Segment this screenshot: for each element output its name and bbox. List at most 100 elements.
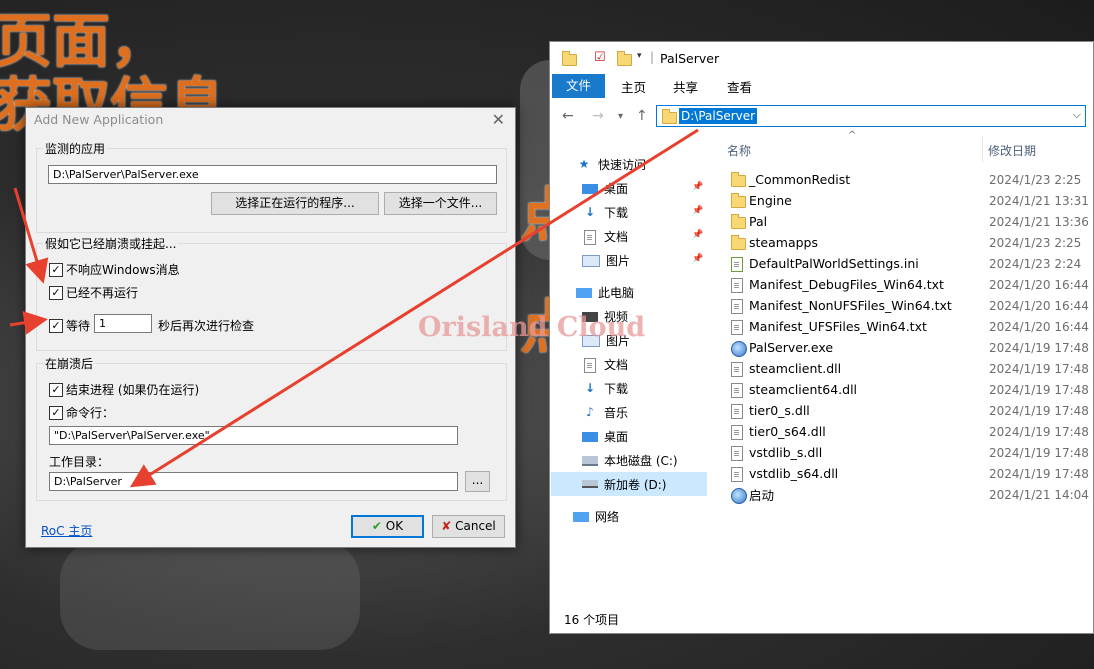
nav-pictures[interactable]: 图片: [582, 252, 630, 269]
up-icon[interactable]: ↑: [636, 108, 648, 124]
command-line-checkbox[interactable]: ✓ 命令行：: [49, 404, 114, 421]
file-name: steamclient.dll: [749, 361, 842, 376]
nav-documents-pc[interactable]: 文档: [582, 356, 628, 373]
file-row[interactable]: Manifest_DebugFiles_Win64.txt 2024/1/20 1…: [725, 274, 1094, 295]
desktop-icon: [582, 431, 598, 442]
workdir-field[interactable]: D:\PalServer: [49, 472, 458, 491]
kill-process-checkbox[interactable]: ✓ 结束进程 (如果仍在运行): [49, 381, 199, 398]
select-running-button[interactable]: 选择正在运行的程序...: [211, 192, 379, 215]
address-text: D:\PalServer: [679, 108, 758, 124]
nav-drive-d[interactable]: 新加卷 (D:): [551, 472, 707, 496]
file-row[interactable]: Manifest_NonUFSFiles_Win64.txt 2024/1/20 …: [725, 295, 1094, 316]
close-icon[interactable]: ✕: [492, 110, 505, 129]
ok-label: OK: [385, 519, 404, 533]
nav-music[interactable]: ♪ 音乐: [582, 404, 628, 421]
folder-icon: [731, 214, 746, 232]
column-date-header[interactable]: 修改日期: [988, 142, 1036, 159]
address-bar[interactable]: D:\PalServer ⌵: [656, 105, 1086, 127]
file-name: tier0_s64.dll: [749, 424, 826, 439]
nav-label: 网络: [595, 510, 620, 524]
file-row[interactable]: PalServer.exe 2024/1/19 17:48: [725, 337, 1094, 358]
file-row[interactable]: steamclient64.dll 2024/1/19 17:48: [725, 379, 1094, 400]
status-bar-count: 16 个项目: [564, 613, 620, 627]
settings-file-icon: [731, 257, 743, 275]
title-separator: |: [650, 50, 655, 64]
nav-label: 此电脑: [598, 286, 635, 300]
app-path-field[interactable]: D:\PalServer\PalServer.exe: [48, 165, 497, 184]
forward-icon[interactable]: →: [592, 108, 604, 124]
wait-checkbox[interactable]: ✓ 等待: [49, 317, 90, 334]
nav-label: 桌面: [604, 430, 629, 444]
nav-desktop[interactable]: 桌面: [582, 180, 628, 197]
column-separator[interactable]: [982, 136, 983, 162]
file-name: vstdlib_s.dll: [749, 445, 823, 460]
nav-label: 文档: [604, 358, 629, 372]
tab-share[interactable]: 共享: [673, 77, 698, 96]
app-icon: [731, 488, 747, 507]
checkbox-check-icon: ✓: [49, 405, 63, 420]
file-date: 2024/1/20 16:44: [989, 277, 1089, 292]
file-row[interactable]: tier0_s.dll 2024/1/19 17:48: [725, 400, 1094, 421]
nav-documents[interactable]: 文档: [582, 228, 628, 245]
folder-icon: [662, 109, 677, 124]
file-name: tier0_s.dll: [749, 403, 810, 418]
file-row[interactable]: vstdlib_s.dll 2024/1/19 17:48: [725, 442, 1094, 463]
file-icon: [731, 446, 743, 464]
workdir-label: 工作目录：: [49, 455, 110, 469]
nav-desktop-pc[interactable]: 桌面: [582, 428, 628, 445]
nav-downloads[interactable]: ↓ 下载: [582, 204, 628, 221]
nav-label: 下载: [604, 382, 629, 396]
file-list: ^ 名称 修改日期 _CommonRedist 2024/1/23 2:25 Eng…: [725, 130, 1094, 606]
cancel-button[interactable]: ✘ Cancel: [432, 515, 505, 538]
check-icon: ✔: [371, 519, 382, 533]
column-name-header[interactable]: 名称: [727, 142, 751, 159]
recent-chevron-icon[interactable]: ▾: [618, 111, 623, 122]
nav-downloads-pc[interactable]: ↓ 下载: [582, 380, 628, 397]
roc-home-link[interactable]: RoC 主页: [41, 522, 92, 539]
tab-view[interactable]: 查看: [727, 77, 752, 96]
pin-icon: 📌: [692, 182, 704, 192]
file-row[interactable]: tier0_s64.dll 2024/1/19 17:48: [725, 421, 1094, 442]
file-date: 2024/1/19 17:48: [989, 340, 1089, 355]
monitor-group-label: 监测的应用: [43, 140, 108, 157]
properties-icon[interactable]: ☑: [594, 50, 606, 65]
pin-icon: 📌: [692, 254, 704, 264]
ok-button[interactable]: ✔ OK: [351, 515, 424, 538]
file-icon: [731, 320, 743, 338]
file-row[interactable]: steamapps 2024/1/23 2:25: [725, 232, 1094, 253]
back-icon[interactable]: ←: [562, 108, 574, 124]
file-icon: [731, 404, 743, 422]
nav-network[interactable]: 网络: [573, 508, 619, 525]
file-row[interactable]: Manifest_UFSFiles_Win64.txt 2024/1/20 16:…: [725, 316, 1094, 337]
file-name: Manifest_NonUFSFiles_Win64.txt: [749, 298, 952, 313]
music-icon: ♪: [586, 405, 594, 419]
file-row[interactable]: Engine 2024/1/21 13:31: [725, 190, 1094, 211]
file-name: PalServer.exe: [749, 340, 834, 355]
file-row[interactable]: vstdlib_s64.dll 2024/1/19 17:48: [725, 463, 1094, 484]
file-date: 2024/1/19 17:48: [989, 466, 1089, 481]
nav-drive-c[interactable]: 本地磁盘 (C:): [582, 452, 678, 469]
address-chevron-icon[interactable]: ⌵: [1073, 108, 1081, 122]
file-row[interactable]: DefaultPalWorldSettings.ini 2024/1/23 2:2…: [725, 253, 1094, 274]
file-date: 2024/1/23 2:24: [989, 256, 1082, 271]
file-row[interactable]: 启动 2024/1/21 14:04: [725, 484, 1094, 505]
file-row[interactable]: steamclient.dll 2024/1/19 17:48: [725, 358, 1094, 379]
not-running-checkbox[interactable]: ✓ 已经不再运行: [49, 284, 138, 301]
browse-button[interactable]: ...: [465, 471, 490, 492]
nav-label: 桌面: [604, 182, 629, 196]
command-line-field[interactable]: "D:\PalServer\PalServer.exe": [49, 426, 458, 445]
tab-home[interactable]: 主页: [621, 77, 646, 96]
wait-seconds-field[interactable]: 1: [94, 314, 152, 333]
file-icon: [731, 467, 743, 485]
file-row[interactable]: Pal 2024/1/21 13:36: [725, 211, 1094, 232]
file-name: Manifest_UFSFiles_Win64.txt: [749, 319, 927, 334]
cancel-label: Cancel: [455, 519, 496, 533]
file-row[interactable]: _CommonRedist 2024/1/23 2:25: [725, 169, 1094, 190]
tab-file[interactable]: 文件: [552, 74, 605, 98]
nav-quick-access[interactable]: ★ 快速访问: [576, 156, 646, 173]
chevron-down-icon[interactable]: ▾: [637, 51, 642, 61]
select-file-button[interactable]: 选择一个文件...: [384, 192, 497, 215]
nav-this-pc[interactable]: 此电脑: [576, 284, 634, 301]
new-folder-icon[interactable]: [617, 51, 632, 66]
not-responding-checkbox[interactable]: ✓ 不响应Windows消息: [49, 261, 180, 278]
